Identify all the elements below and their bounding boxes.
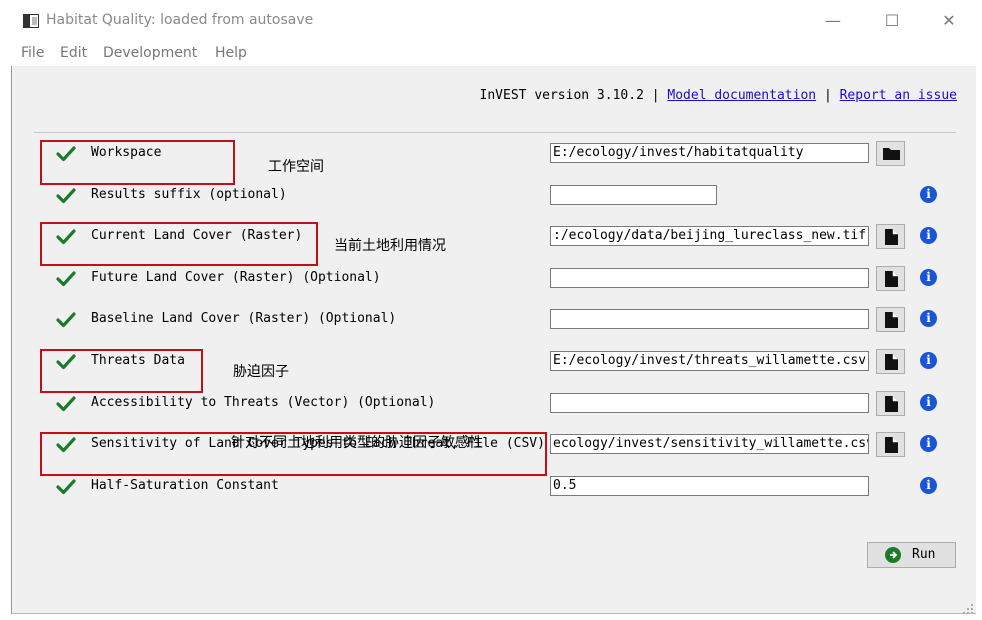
check-icon xyxy=(56,478,76,496)
window-title: Habitat Quality: loaded from autosave xyxy=(46,12,314,28)
version-text: InVEST version 3.10.2 xyxy=(479,88,644,103)
check-icon xyxy=(56,311,76,329)
input-accessibility-to-threats-vector-optional[interactable] xyxy=(550,393,869,413)
input-sensitivity-of-land-cover-types-to-each-[interactable]: ecology/invest/sensitivity_willamette.cs… xyxy=(550,434,869,454)
file-icon xyxy=(885,271,898,287)
annotation-threats: 胁迫因子 xyxy=(233,364,289,380)
annotation-workspace: 工作空间 xyxy=(268,159,324,175)
input-threats-data[interactable]: E:/ecology/invest/threats_willamette.csv xyxy=(550,351,869,371)
info-icon[interactable]: i xyxy=(920,394,937,411)
info-icon[interactable]: i xyxy=(920,227,937,244)
menu-file[interactable]: File xyxy=(21,45,44,61)
menu-help[interactable]: Help xyxy=(215,45,247,61)
input-future-land-cover-raster-optional[interactable] xyxy=(550,268,869,288)
annotation-box-workspace xyxy=(40,140,235,185)
input-half-saturation-constant[interactable]: 0.5 xyxy=(550,476,869,496)
annotation-sensitivity: 针对不同土地利用类型的胁迫因子敏感性 xyxy=(231,435,483,451)
browse-folder-button[interactable] xyxy=(876,141,905,166)
menu-edit[interactable]: Edit xyxy=(60,45,87,61)
input-current-land-cover-raster[interactable]: :/ecology/data/beijing_lureclass_new.tif xyxy=(550,226,869,246)
info-icon[interactable]: i xyxy=(920,310,937,327)
browse-file-button[interactable] xyxy=(876,266,905,291)
label-accessibility-to-threats-vector-optional: Accessibility to Threats (Vector) (Optio… xyxy=(91,395,436,410)
header-divider xyxy=(34,132,956,133)
browse-file-button[interactable] xyxy=(876,224,905,249)
input-baseline-land-cover-raster-optional[interactable] xyxy=(550,309,869,329)
browse-file-button[interactable] xyxy=(876,307,905,332)
separator: | xyxy=(651,88,660,103)
annotation-box-land-cover xyxy=(40,222,318,266)
report-issue-link[interactable]: Report an issue xyxy=(840,88,957,103)
info-icon[interactable]: i xyxy=(920,186,937,203)
play-icon xyxy=(885,547,901,563)
input-workspace[interactable]: E:/ecology/invest/habitatquality xyxy=(550,143,869,163)
title-bar: Habitat Quality: loaded from autosave — … xyxy=(0,0,982,40)
app-icon xyxy=(23,14,39,28)
menu-development[interactable]: Development xyxy=(103,45,197,61)
info-icon[interactable]: i xyxy=(920,352,937,369)
check-icon xyxy=(56,270,76,288)
label-half-saturation-constant: Half-Saturation Constant xyxy=(91,478,279,493)
annotation-box-threats xyxy=(40,349,203,393)
main-panel: InVEST version 3.10.2 | Model documentat… xyxy=(12,66,976,614)
minimize-button[interactable]: — xyxy=(818,8,848,34)
label-results-suffix-optional: Results suffix (optional) xyxy=(91,187,287,202)
annotation-land-cover: 当前土地利用情况 xyxy=(334,238,446,254)
browse-file-button[interactable] xyxy=(876,349,905,374)
menu-bar: File Edit Development Help xyxy=(0,40,982,66)
resize-grip-icon[interactable] xyxy=(962,603,974,615)
model-documentation-link[interactable]: Model documentation xyxy=(667,88,816,103)
info-icon[interactable]: i xyxy=(920,269,937,286)
check-icon xyxy=(56,395,76,413)
label-future-land-cover-raster-optional: Future Land Cover (Raster) (Optional) xyxy=(91,270,381,285)
version-line: InVEST version 3.10.2 | Model documentat… xyxy=(480,88,957,103)
maximize-button[interactable]: ☐ xyxy=(877,8,907,34)
browse-file-button[interactable] xyxy=(876,432,905,457)
check-icon xyxy=(56,187,76,205)
file-icon xyxy=(885,354,898,370)
info-icon[interactable]: i xyxy=(920,435,937,452)
folder-icon xyxy=(883,148,900,160)
separator: | xyxy=(823,88,832,103)
label-baseline-land-cover-raster-optional: Baseline Land Cover (Raster) (Optional) xyxy=(91,311,397,326)
run-button[interactable]: Run xyxy=(867,542,956,568)
status-bar-divider xyxy=(12,613,976,614)
input-results-suffix-optional[interactable] xyxy=(550,185,717,205)
file-icon xyxy=(885,437,898,453)
run-label: Run xyxy=(912,547,936,562)
file-icon xyxy=(885,229,898,245)
close-button[interactable]: ✕ xyxy=(934,8,964,34)
browse-file-button[interactable] xyxy=(876,391,905,416)
file-icon xyxy=(885,312,898,328)
file-icon xyxy=(885,396,898,412)
info-icon[interactable]: i xyxy=(920,477,937,494)
